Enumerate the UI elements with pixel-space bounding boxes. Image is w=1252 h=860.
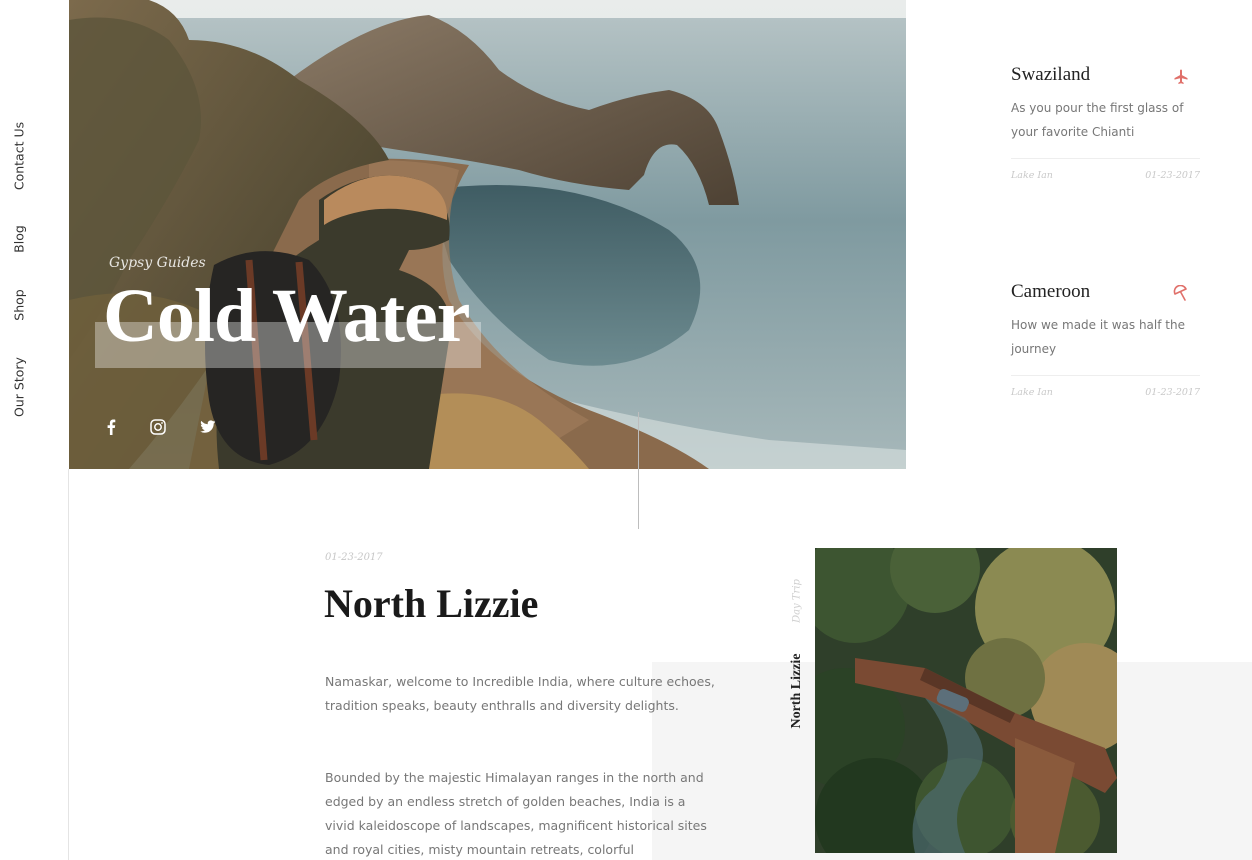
post-divider <box>1011 375 1200 376</box>
post-date: 01-23-2017 <box>1145 170 1200 181</box>
post-excerpt: How we made it was half the journey <box>1011 318 1185 356</box>
hero-subtitle: Gypsy Guides <box>109 255 206 271</box>
umbrella-icon <box>1173 285 1187 301</box>
category-label[interactable]: Day Trip <box>792 579 803 623</box>
nav-contact-us[interactable]: Contact Us <box>12 122 27 190</box>
left-divider <box>68 469 69 860</box>
facebook-icon[interactable] <box>100 416 122 438</box>
hero-section: Gypsy Guides Cold Water <box>69 0 906 469</box>
post-divider <box>1011 158 1200 159</box>
post-excerpt: As you pour the first glass of your favo… <box>1011 101 1184 139</box>
instagram-icon[interactable] <box>147 416 169 438</box>
hero-center-line <box>638 412 639 529</box>
post-author[interactable]: Lake Ian <box>1011 170 1053 181</box>
article-date: 01-23-2017 <box>325 552 383 563</box>
airplane-icon <box>1174 69 1188 84</box>
sidebar-post[interactable]: Swaziland As you pour the first glass of… <box>1011 64 1200 181</box>
post-date: 01-23-2017 <box>1145 387 1200 398</box>
sidebar-post[interactable]: Cameroon How we made it was half the jou… <box>1011 281 1200 398</box>
twitter-icon[interactable] <box>197 416 219 438</box>
post-meta: Lake Ian 01-23-2017 <box>1011 170 1200 181</box>
post-meta: Lake Ian 01-23-2017 <box>1011 387 1200 398</box>
article-paragraph: Bounded by the majestic Himalayan ranges… <box>325 770 707 857</box>
nav-our-story[interactable]: Our Story <box>12 357 27 417</box>
side-nav: Contact Us Blog Shop Our Story <box>0 0 40 860</box>
hero-title: Cold Water <box>103 274 470 358</box>
article-paragraph: Namaskar, welcome to Incredible India, w… <box>325 674 715 713</box>
feature-vertical-title: North Lizzie <box>789 653 804 729</box>
article-title[interactable]: North Lizzie <box>324 580 538 627</box>
hero-image <box>69 0 906 469</box>
nav-blog[interactable]: Blog <box>12 225 27 253</box>
nav-shop[interactable]: Shop <box>12 289 27 320</box>
feature-image[interactable] <box>815 548 1117 853</box>
post-author[interactable]: Lake Ian <box>1011 387 1053 398</box>
